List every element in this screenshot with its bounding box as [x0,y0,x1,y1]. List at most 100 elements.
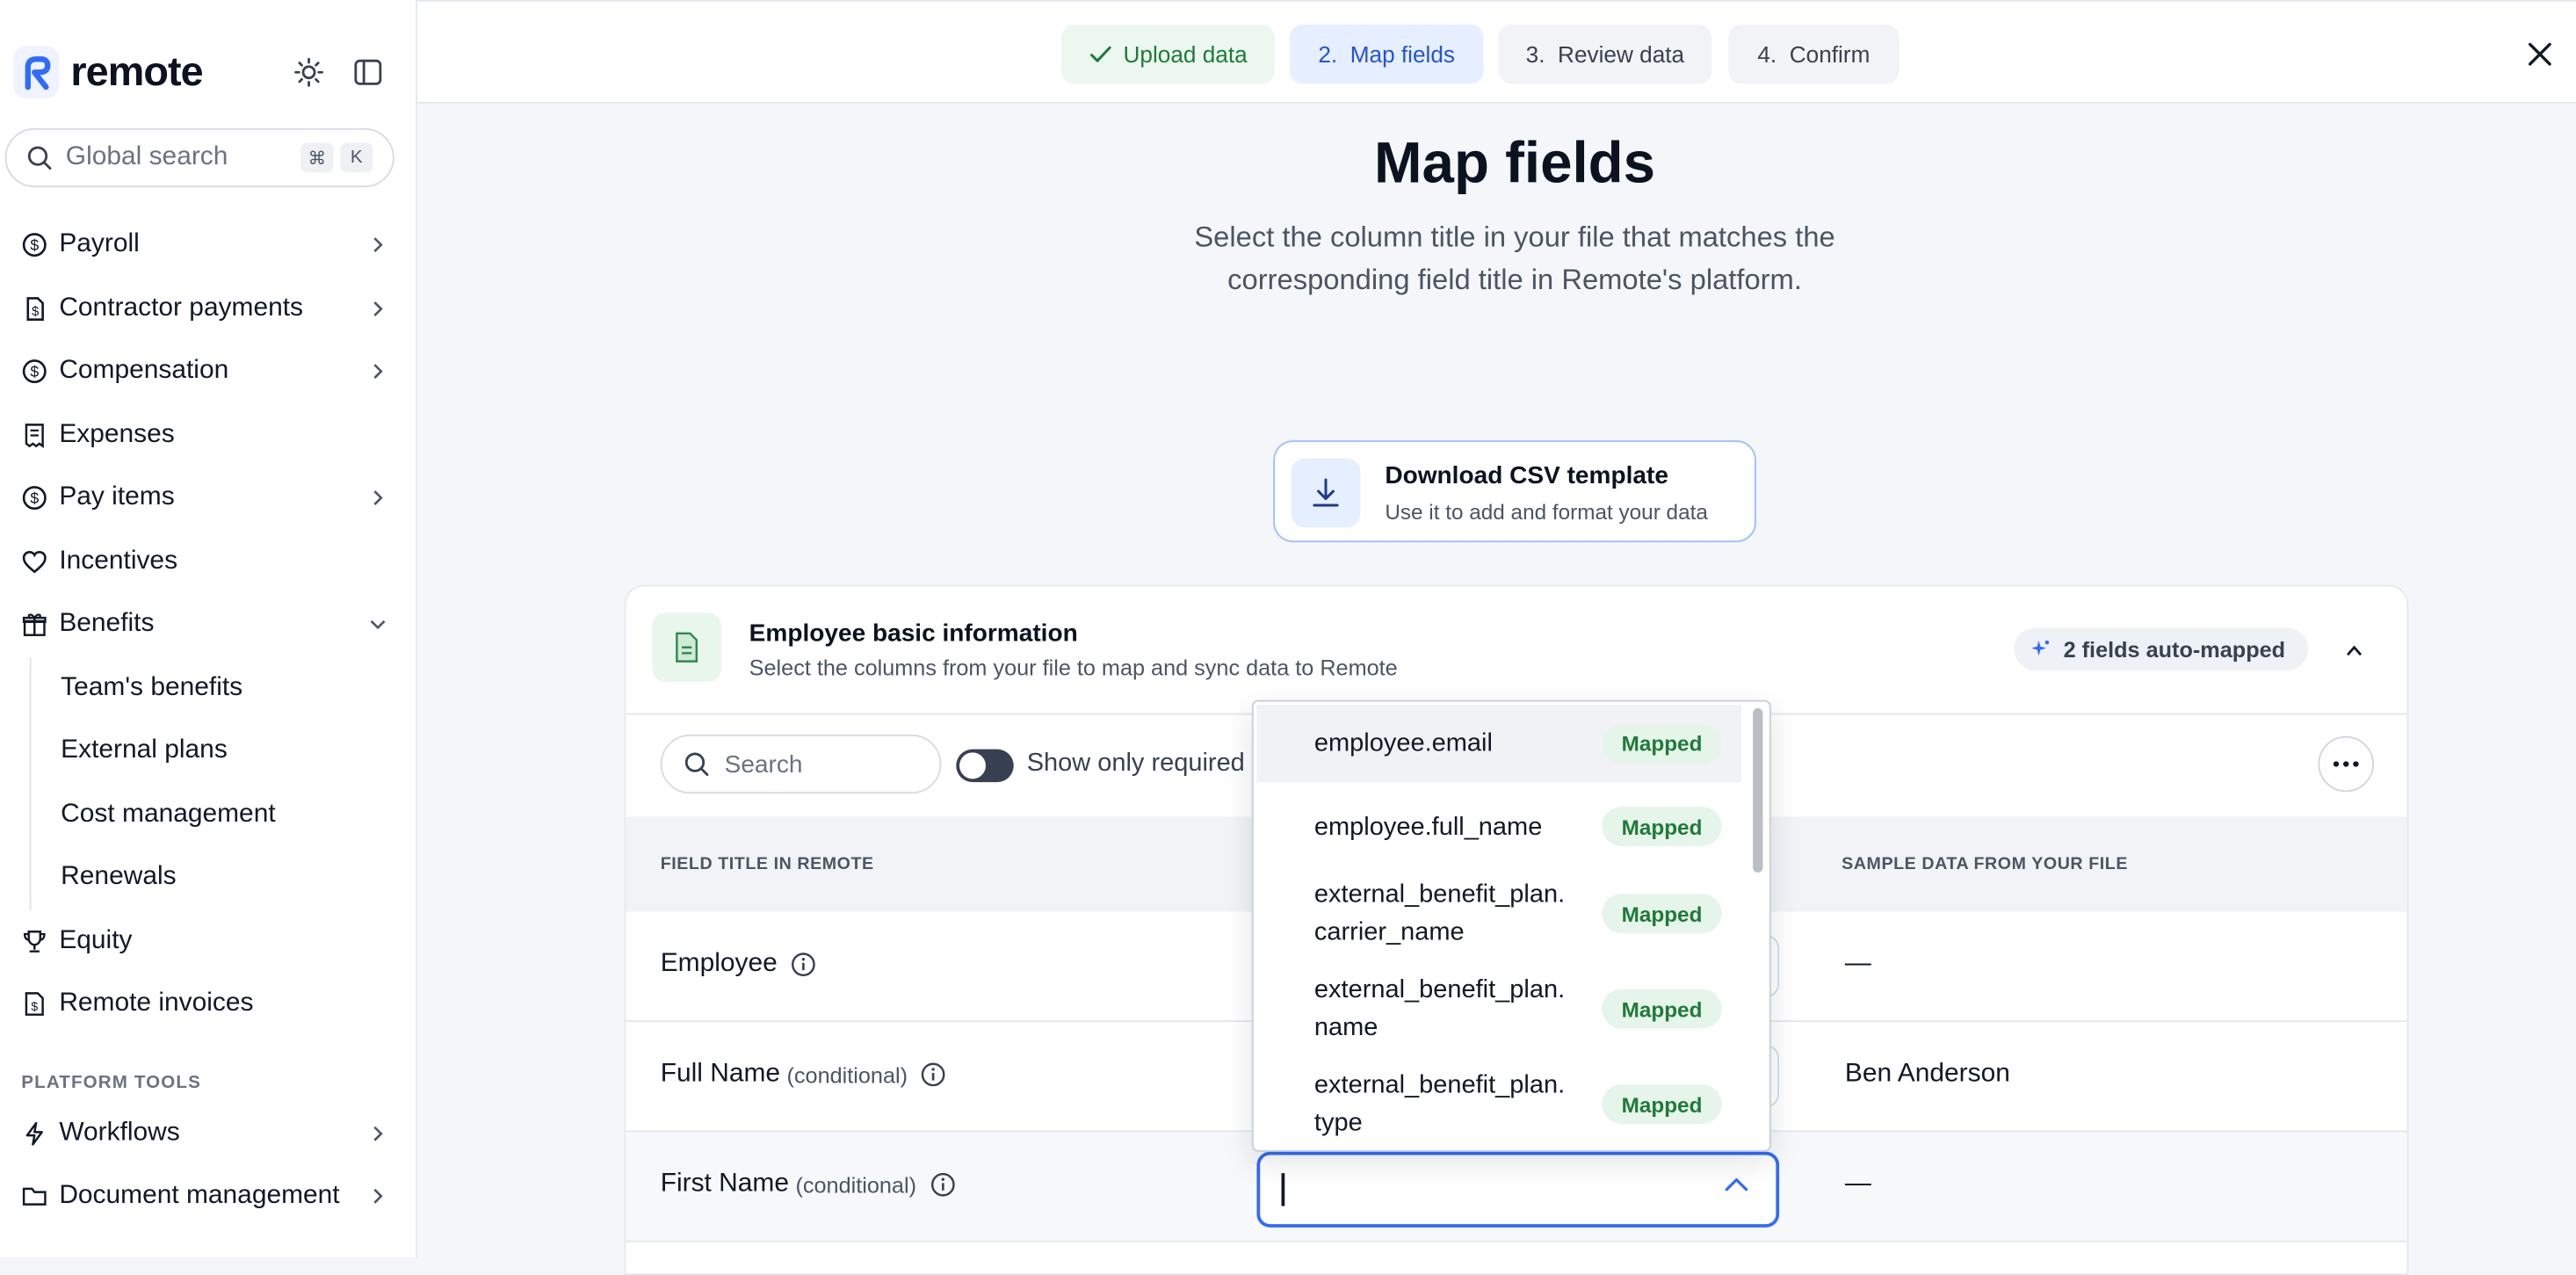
brand-name: remote [70,48,203,95]
sidebar-item-external-plans[interactable]: External plans [32,720,416,783]
dropdown-option[interactable]: employee.email Mapped [1256,705,1742,783]
field-title: Full Name (conditional) [661,1060,947,1090]
text-caret [1281,1173,1284,1206]
toggle-knob [959,752,986,779]
column-options-dropdown: employee.email Mapped employee.full_name… [1251,699,1771,1152]
dollar-circle-icon: $ [19,483,49,513]
info-icon[interactable] [791,952,817,978]
sidebar: remote Global search ⌘ K $ Payroll $ Con… [0,0,417,1257]
section-subtitle: Select the columns from your file to map… [749,656,1398,681]
sidebar-nav: $ Payroll $ Contractor payments $ Compen… [0,214,416,1228]
chevron-right-icon [368,1184,387,1207]
dropdown-option[interactable]: employee.full_name Mapped [1256,789,1741,865]
sidebar-item-label: Incentives [59,547,178,575]
show-required-toggle[interactable] [956,749,1014,783]
shortcut-key-cmd: ⌘ [300,142,334,173]
mapped-badge: Mapped [1602,807,1722,846]
option-label: external_benefit_plan. carrier_name [1313,880,1566,947]
download-icon [1291,458,1361,528]
chevron-down-icon [368,612,387,635]
sidebar-item-cost-management[interactable]: Cost management [32,783,416,846]
field-search-placeholder: Search [724,750,803,779]
sun-icon [294,57,323,87]
sidebar-item-pay-items[interactable]: $ Pay items [0,467,416,530]
sidebar-item-label: Benefits [59,610,155,638]
chevron-right-icon [368,1121,387,1144]
sidebar-item-remote-invoices[interactable]: $ Remote invoices [0,973,416,1036]
show-required-label: Show only required [1026,749,1245,778]
sidebar-item-document-management[interactable]: Document management [0,1165,416,1228]
sample-value: — [1844,949,1871,978]
more-options-button[interactable] [2318,735,2375,793]
section-title: Employee basic information [749,619,1078,648]
sidebar-item-label: Equity [59,926,133,954]
option-label: employee.email [1313,729,1493,758]
step-confirm[interactable]: 4. Confirm [1728,25,1899,84]
platform-tools-heading: PLATFORM TOOLS [21,1072,201,1092]
close-button[interactable] [2520,34,2559,74]
field-title: First Name (conditional) [661,1170,956,1199]
sidebar-item-incentives[interactable]: Incentives [0,530,416,593]
stepper-bar: Upload data 2. Map fields 3. Review data… [416,0,2576,104]
sidebar-item-compensation[interactable]: $ Compensation [0,340,416,403]
download-csv-template-button[interactable]: Download CSV template Use it to add and … [1273,440,1756,543]
dropdown-option[interactable]: external_benefit_plan. type Mapped [1256,1065,1741,1144]
step-upload-data[interactable]: Upload data [1060,25,1276,84]
sidebar-item-workflows[interactable]: Workflows [0,1102,416,1165]
sidebar-item-label: Pay items [59,483,175,512]
check-icon [1089,46,1111,62]
remote-logo-icon [12,46,60,99]
option-label: external_benefit_plan. name [1313,975,1566,1042]
sidebar-item-expenses[interactable]: Expenses [0,403,416,467]
page-subtitle: Select the column title in your file tha… [1194,220,1835,296]
chevron-right-icon [368,234,387,257]
svg-text:$: $ [30,237,39,255]
dropdown-option[interactable]: external_benefit_plan. carrier_name Mapp… [1256,874,1741,953]
section-header: Employee basic information Select the co… [626,587,2407,715]
brand-logo[interactable]: remote [12,44,204,100]
sidebar-item-label: Expenses [59,420,175,449]
sidebar-collapse-button[interactable] [348,53,387,92]
section-collapse-button[interactable] [2338,634,2370,667]
theme-toggle-button[interactable] [289,53,329,92]
info-icon[interactable] [921,1061,947,1088]
dropdown-option[interactable]: external_benefit_plan. name Mapped [1256,969,1741,1048]
sidebar-item-label: Document management [59,1181,340,1210]
field-title: Employee [661,950,817,980]
svg-text:$: $ [30,490,39,508]
sidebar-item-teams-benefits[interactable]: Team's benefits [32,656,416,720]
option-label: employee.full_name [1313,812,1543,841]
global-search-placeholder: Global search [65,142,228,171]
sidebar-item-equity[interactable]: Equity [0,909,416,973]
close-icon [2528,42,2551,66]
sidebar-item-label: Renewals [61,863,177,891]
field-name: First Name [660,1170,789,1199]
step-map-fields[interactable]: 2. Map fields [1289,25,1484,84]
column-header-sample: SAMPLE DATA FROM YOUR FILE [1842,854,2128,874]
global-search-input[interactable]: Global search ⌘ K [4,127,394,188]
sidebar-item-payroll[interactable]: $ Payroll [0,214,416,277]
dropdown-scrollbar-thumb[interactable] [1753,707,1763,873]
sidebar-item-benefits[interactable]: Benefits [0,593,416,656]
svg-text:$: $ [30,364,39,381]
sidebar-item-label: Workflows [59,1118,180,1147]
sidebar-item-label: Cost management [61,800,276,828]
step-review-data[interactable]: 3. Review data [1498,25,1712,84]
field-name: Employee [660,949,778,978]
invoice-icon: $ [19,989,49,1019]
info-icon[interactable] [930,1171,956,1198]
heart-icon [19,547,49,576]
download-subtitle: Use it to add and format your data [1385,499,1708,525]
field-qualifier: (conditional) [795,1172,916,1198]
column-select-open[interactable] [1256,1151,1780,1228]
sidebar-item-renewals[interactable]: Renewals [32,846,416,909]
folder-icon [19,1182,49,1212]
search-icon [27,146,52,170]
field-search-input[interactable]: Search [660,734,942,794]
chevron-right-icon [368,360,387,383]
chevron-up-icon[interactable] [1724,1177,1750,1193]
download-title: Download CSV template [1385,461,1668,490]
gift-icon [19,610,49,640]
sidebar-item-label: Remote invoices [59,989,254,1018]
sidebar-item-contractor-payments[interactable]: $ Contractor payments [0,277,416,340]
